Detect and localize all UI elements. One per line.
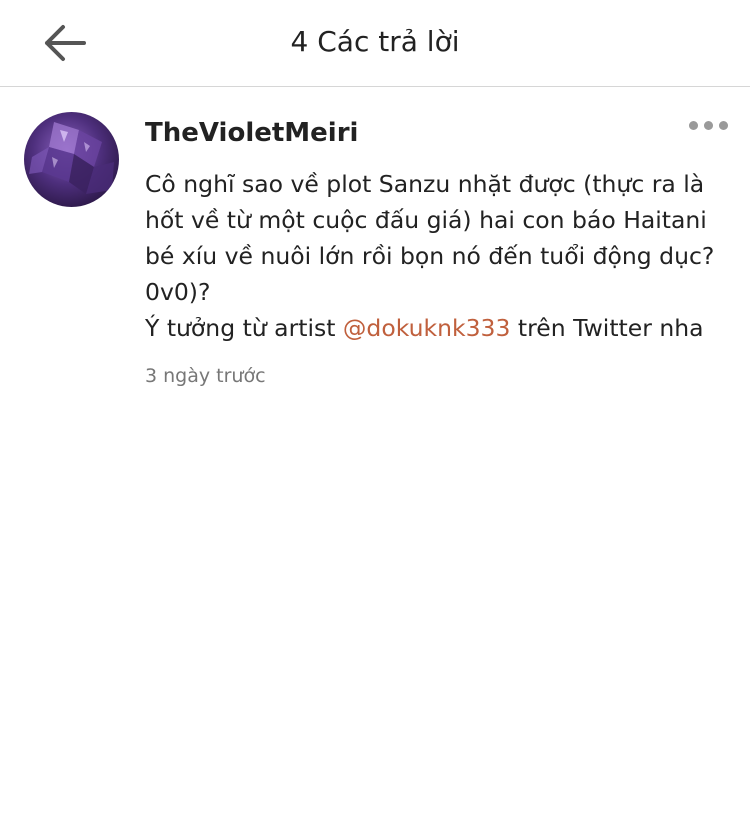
comment-text-prefix: Ý tưởng từ artist: [145, 314, 343, 342]
user-mention-link[interactable]: @dokuknk333: [343, 314, 511, 342]
more-options-button[interactable]: [680, 110, 736, 140]
amethyst-avatar-image: [24, 112, 119, 207]
app-header: 4 Các trả lời: [0, 0, 750, 87]
comment-text-line: Cô nghĩ sao về plot Sanzu nhặt được (thự…: [145, 170, 715, 306]
more-dots-icon: [688, 120, 698, 130]
more-dot: [703, 120, 713, 130]
comment-text: Cô nghĩ sao về plot Sanzu nhặt được (thự…: [145, 166, 735, 346]
more-dot: [718, 120, 728, 130]
avatar[interactable]: [24, 112, 119, 207]
comment-text-line: Ý tưởng từ artist @dokuknk333 trên Twitt…: [145, 310, 735, 346]
comment-text-suffix: trên Twitter nha: [510, 314, 704, 342]
comment-author[interactable]: TheVioletMeiri: [145, 116, 358, 150]
comment-timestamp: 3 ngày trước: [145, 365, 266, 387]
page-title: 4 Các trả lời: [290, 25, 460, 58]
